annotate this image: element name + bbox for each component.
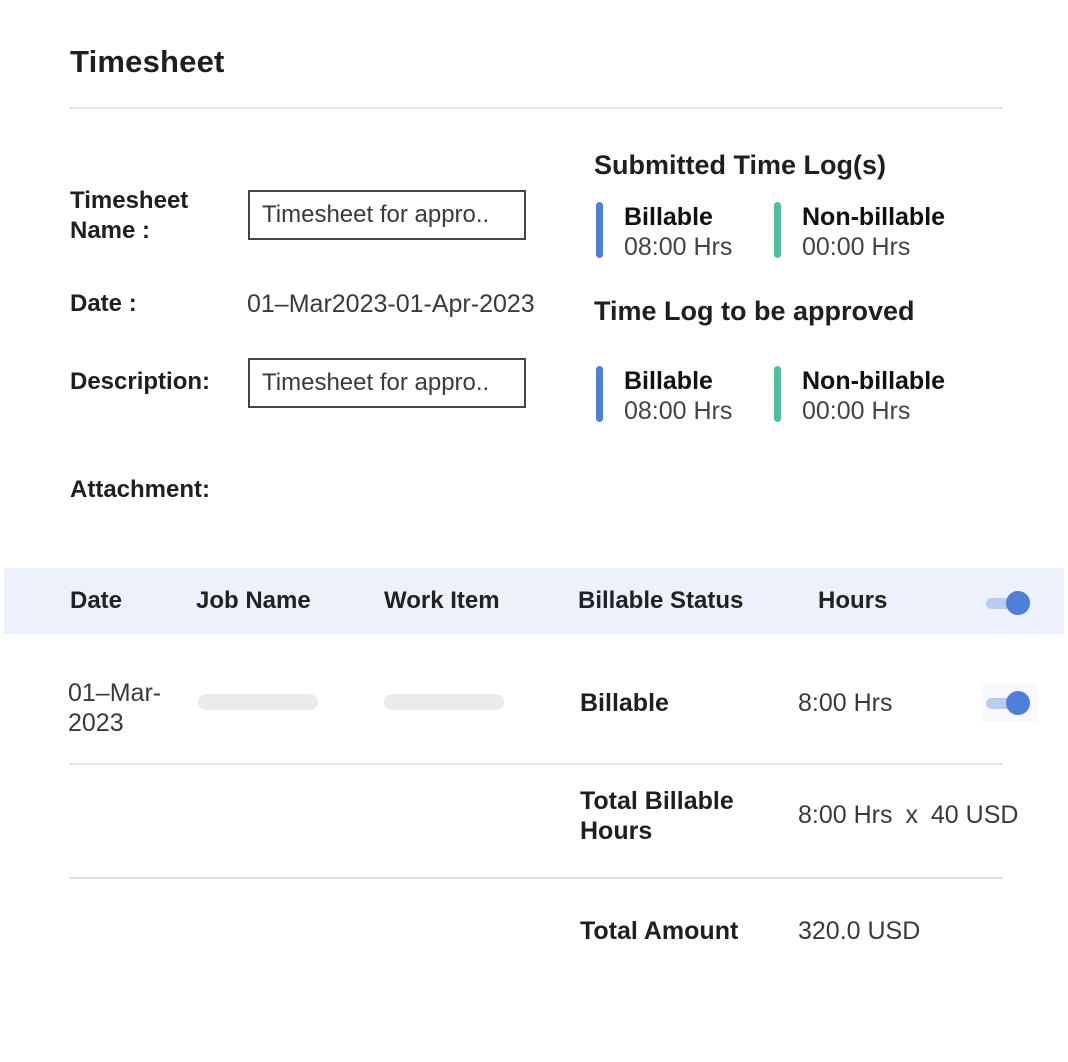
submitted-nonbillable-label: Non-billable bbox=[802, 203, 946, 231]
to-approve-nonbillable-label: Non-billable bbox=[802, 367, 946, 395]
column-header-work-item: Work Item bbox=[384, 587, 500, 614]
to-approve-nonbillable-stat: Non-billable 00:00 Hrs bbox=[802, 366, 945, 426]
row-divider bbox=[70, 763, 1003, 765]
to-approve-billable-stat: Billable 08:00 Hrs bbox=[624, 366, 732, 426]
to-approve-nonbillable-value: 00:00 Hrs bbox=[802, 397, 911, 425]
description-label: Description: bbox=[70, 368, 211, 395]
description-input[interactable] bbox=[248, 358, 526, 408]
row-billable-toggle[interactable] bbox=[986, 690, 1030, 716]
column-header-job-name: Job Name bbox=[196, 587, 311, 614]
title-divider bbox=[70, 107, 1003, 109]
column-header-date: Date bbox=[70, 587, 123, 614]
attachment-label: Attachment: bbox=[70, 476, 211, 503]
select-all-toggle[interactable] bbox=[986, 590, 1030, 616]
submitted-billable-bar bbox=[596, 202, 603, 258]
total-billable-hours-label: Total Billable Hours bbox=[580, 787, 734, 845]
submitted-billable-stat: Billable 08:00 Hrs bbox=[624, 202, 732, 262]
column-header-billable-status: Billable Status bbox=[578, 587, 744, 614]
toggle-knob bbox=[1006, 591, 1030, 615]
to-approve-billable-label: Billable bbox=[624, 367, 713, 395]
hourly-rate: 40 USD bbox=[930, 801, 1019, 829]
row-date: 01–Mar- 2023 bbox=[68, 679, 162, 737]
toggle-knob bbox=[1006, 691, 1030, 715]
to-approve-title: Time Log to be approved bbox=[594, 296, 915, 326]
to-approve-nonbillable-bar bbox=[774, 366, 781, 422]
to-approve-billable-value: 08:00 Hrs bbox=[624, 397, 733, 425]
table-header bbox=[4, 568, 1064, 634]
column-header-hours: Hours bbox=[818, 587, 888, 614]
submitted-time-logs-title: Submitted Time Log(s) bbox=[594, 150, 887, 180]
total-amount-label: Total Amount bbox=[580, 917, 739, 945]
date-range-value: 01–Mar2023-01-Apr-2023 bbox=[247, 290, 535, 318]
timesheet-name-input[interactable] bbox=[248, 190, 526, 240]
submitted-billable-label: Billable bbox=[624, 203, 713, 231]
work-item-placeholder bbox=[384, 694, 504, 710]
submitted-billable-value: 08:00 Hrs bbox=[624, 233, 733, 261]
timesheet-name-label: Timesheet Name : bbox=[70, 187, 189, 244]
totals-divider bbox=[70, 877, 1003, 879]
job-name-placeholder bbox=[198, 694, 318, 710]
submitted-nonbillable-stat: Non-billable 00:00 Hrs bbox=[802, 202, 945, 262]
submitted-nonbillable-value: 00:00 Hrs bbox=[802, 233, 911, 261]
total-amount-value: 320.0 USD bbox=[798, 917, 921, 945]
submitted-nonbillable-bar bbox=[774, 202, 781, 258]
to-approve-billable-bar bbox=[596, 366, 603, 422]
row-billable-status: Billable bbox=[580, 689, 669, 717]
page-title: Timesheet bbox=[70, 44, 225, 79]
multiply-sign: x bbox=[905, 801, 918, 829]
row-hours: 8:00 Hrs bbox=[798, 689, 893, 717]
date-label: Date : bbox=[70, 290, 137, 317]
total-billable-hours-value: 8:00 Hrs x 40 USD bbox=[798, 801, 1019, 829]
